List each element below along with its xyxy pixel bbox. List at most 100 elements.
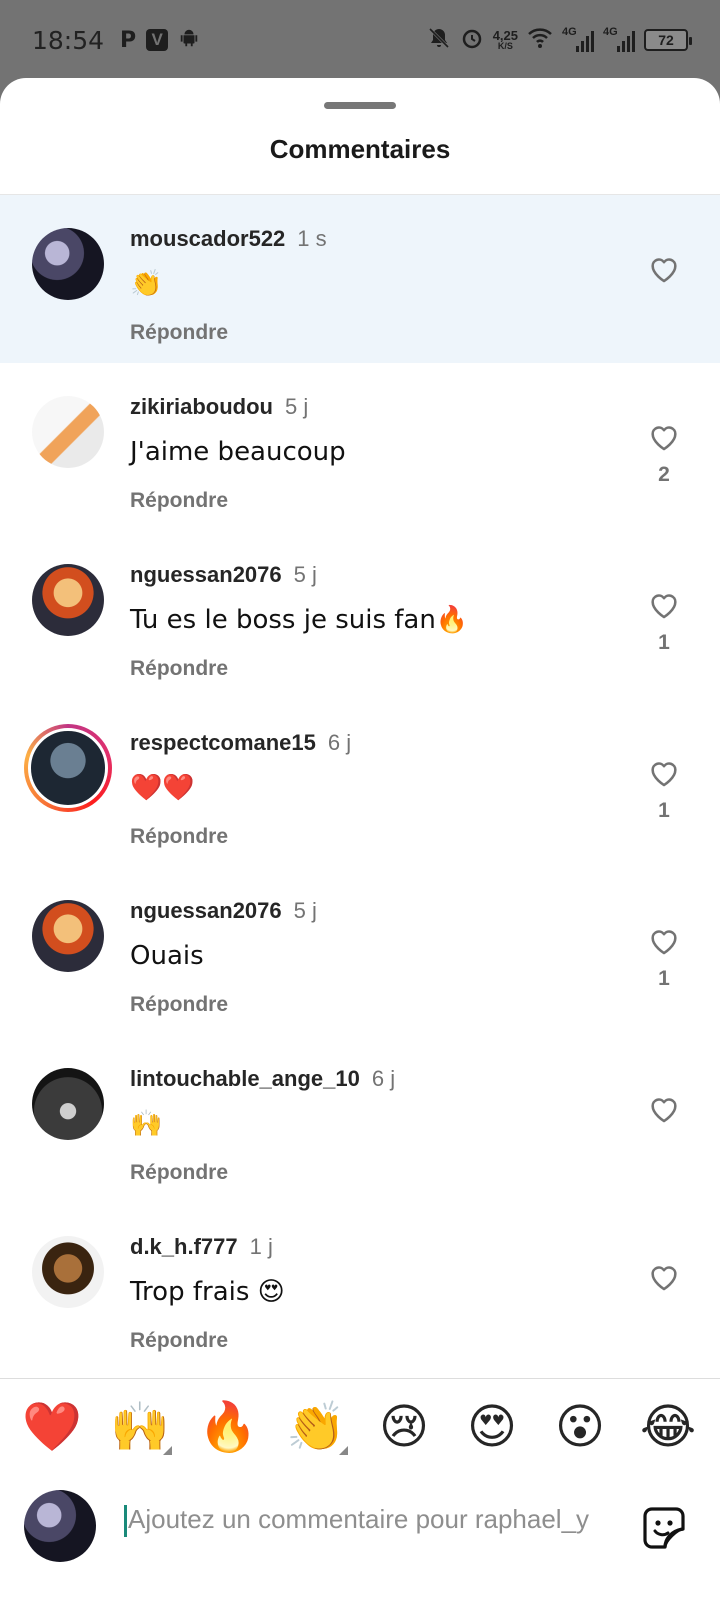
comment-row: nguessan2076 5 j Ouais Répondre 1 <box>0 867 720 1035</box>
avatar[interactable] <box>32 1068 104 1140</box>
comment-text: J'aime beaucoup <box>130 437 346 467</box>
wifi-icon <box>527 27 553 54</box>
drag-handle[interactable] <box>324 102 396 109</box>
emoji-heart-eyes[interactable]: 😍 <box>456 1391 528 1463</box>
alarm-icon <box>460 26 484 55</box>
sticker-icon <box>643 1507 685 1549</box>
signal-icon-1: 4G <box>562 26 594 52</box>
comment-row: respectcomane15 6 j ❤️❤️ Répondre 1 <box>0 699 720 867</box>
android-icon <box>178 27 200 54</box>
emoji-fire[interactable]: 🔥 <box>192 1391 264 1463</box>
reply-button[interactable]: Répondre <box>130 657 228 681</box>
username-text[interactable]: mouscador522 <box>130 226 285 251</box>
sticker-button[interactable] <box>640 1504 688 1552</box>
avatar-with-story-ring[interactable] <box>24 724 112 812</box>
like-button[interactable] <box>644 1089 684 1129</box>
avatar <box>28 728 108 808</box>
username-text[interactable]: respectcomane15 <box>130 730 316 755</box>
comment-text: Tu es le boss je suis fan🔥 <box>130 605 469 635</box>
like-count: 1 <box>658 799 670 822</box>
v-app-icon: V <box>146 29 169 51</box>
network-speed: 4,25 K/S <box>493 29 518 51</box>
like-button[interactable] <box>644 585 684 625</box>
signal-2-label: 4G <box>603 26 618 38</box>
username-text[interactable]: d.k_h.f777 <box>130 1234 238 1259</box>
avatar[interactable] <box>32 564 104 636</box>
comment-row: nguessan2076 5 j Tu es le boss je suis fa… <box>0 531 720 699</box>
emoji-crying[interactable]: 😢 <box>368 1391 440 1463</box>
emoji-laughing[interactable]: 😂 <box>632 1391 704 1463</box>
avatar[interactable] <box>32 900 104 972</box>
my-avatar <box>24 1490 96 1562</box>
comment-time: 1 j <box>249 1234 273 1259</box>
username-text[interactable]: nguessan2076 <box>130 898 282 923</box>
status-left-icons: P V <box>120 27 200 54</box>
comments-sheet: Commentaires mouscador522 1 s 👏 Répondre … <box>0 78 720 1612</box>
status-right-icons: 4,25 K/S 4G 4G 72 <box>427 26 692 55</box>
comment-input-placeholder: Ajoutez un commentaire pour raphael_y <box>128 1504 590 1534</box>
comments-list[interactable]: mouscador522 1 s 👏 Répondre zikiriaboudou… <box>0 195 720 1397</box>
like-count: 1 <box>658 967 670 990</box>
like-count: 1 <box>658 631 670 654</box>
comment-row: zikiriaboudou 5 j J'aime beaucoup Répondr… <box>0 363 720 531</box>
like-button[interactable] <box>644 921 684 961</box>
comment-row: d.k_h.f777 1 j Trop frais 😍 Répondre <box>0 1203 720 1371</box>
avatar[interactable] <box>32 228 104 300</box>
heart-icon <box>651 594 677 619</box>
comment-username[interactable]: lintouchable_ange_10 6 j <box>130 1066 395 1092</box>
emoji-raising-hands[interactable]: 🙌 <box>104 1391 176 1463</box>
comment-time: 5 j <box>285 394 309 419</box>
speed-unit: K/S <box>497 41 513 51</box>
like-button[interactable] <box>644 417 684 457</box>
avatar[interactable] <box>32 1236 104 1308</box>
comment-time: 6 j <box>327 730 352 755</box>
username-text[interactable]: nguessan2076 <box>130 562 282 587</box>
comment-username[interactable]: respectcomane15 6 j <box>130 730 351 756</box>
heart-icon <box>651 1266 677 1291</box>
avatar[interactable] <box>32 396 104 468</box>
comment-text: 🙌 <box>130 1109 163 1139</box>
reply-button[interactable]: Répondre <box>130 489 228 513</box>
comment-text: 👏 <box>130 269 163 299</box>
status-bar: 18:54 P V 4,25 K/S 4G 4G 72 <box>0 0 720 80</box>
emoji-heart[interactable]: ❤️ <box>16 1391 88 1463</box>
reply-button[interactable]: Répondre <box>130 1161 228 1185</box>
heart-icon <box>651 258 677 283</box>
like-button[interactable] <box>644 249 684 289</box>
reply-button[interactable]: Répondre <box>130 321 228 345</box>
emoji-clapping[interactable]: 👏 <box>280 1391 352 1463</box>
status-time: 18:54 <box>32 25 105 55</box>
comment-username[interactable]: zikiriaboudou 5 j <box>130 394 308 420</box>
reply-button[interactable]: Répondre <box>130 993 228 1017</box>
comment-row: lintouchable_ange_10 6 j 🙌 Répondre <box>0 1035 720 1203</box>
emoji-surprised[interactable]: 😮 <box>544 1391 616 1463</box>
heart-icon <box>651 426 677 451</box>
like-count: 2 <box>658 463 670 486</box>
heart-icon <box>651 930 677 955</box>
comment-username[interactable]: d.k_h.f777 1 j <box>130 1234 273 1260</box>
comment-time: 5 j <box>293 562 317 587</box>
like-button[interactable] <box>644 753 684 793</box>
emoji-quick-bar: ❤️ 🙌 🔥 👏 😢 😍 😮 😂 <box>0 1378 720 1474</box>
reply-button[interactable]: Répondre <box>130 1329 228 1353</box>
comment-text: Ouais <box>130 941 204 971</box>
comment-time: 6 j <box>371 1066 396 1091</box>
username-text[interactable]: zikiriaboudou <box>130 394 273 419</box>
comment-username[interactable]: mouscador522 1 s <box>130 226 327 252</box>
sheet-title: Commentaires <box>269 134 451 164</box>
comment-username[interactable]: nguessan2076 5 j <box>130 562 317 588</box>
heart-icon <box>651 762 677 787</box>
reply-button[interactable]: Répondre <box>130 825 228 849</box>
comment-text: ❤️❤️ <box>130 773 195 803</box>
like-button[interactable] <box>644 1257 684 1297</box>
comment-time: 1 s <box>297 226 327 251</box>
heart-icon <box>651 1098 677 1123</box>
comment-username[interactable]: nguessan2076 5 j <box>130 898 317 924</box>
comment-composer: Ajoutez un commentaire pour raphael_y <box>0 1474 720 1594</box>
battery-icon: 72 <box>644 29 692 51</box>
username-text[interactable]: lintouchable_ange_10 <box>130 1066 360 1091</box>
comment-text: Trop frais 😍 <box>130 1277 285 1307</box>
comment-time: 5 j <box>293 898 317 923</box>
comment-input[interactable]: Ajoutez un commentaire pour raphael_y <box>124 1504 614 1548</box>
parking-app-icon: P <box>120 27 137 53</box>
